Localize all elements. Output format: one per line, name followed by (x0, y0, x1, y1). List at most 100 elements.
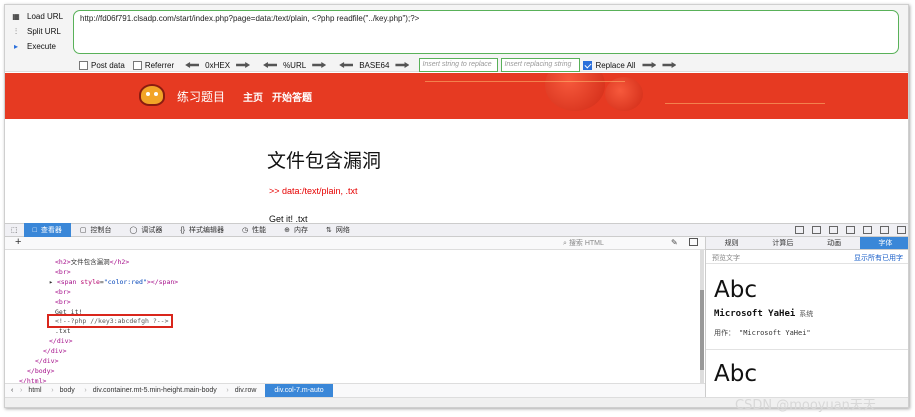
devtools-tab[interactable]: ▢ 控制台 (71, 223, 121, 237)
devtools-tab-label: 查看器 (40, 227, 62, 234)
referrer-label: Referrer (144, 60, 175, 70)
markup-line[interactable]: </div> (35, 357, 59, 365)
search-html-input[interactable]: ⌕ 搜索 HTML (563, 238, 663, 248)
used-as-label: 用作： (714, 330, 735, 337)
devtools-tab-label: 内存 (294, 227, 308, 234)
markup-scrollbar[interactable] (700, 250, 704, 383)
split-url-label: Split URL (27, 27, 61, 36)
breadcrumb-item[interactable]: div.row (226, 384, 268, 398)
inspector-toolbar: + ⌕ 搜索 HTML ✎ (5, 236, 705, 250)
referrer-toggle[interactable]: Referrer (132, 60, 175, 70)
pick-element-button[interactable]: ⬚ (5, 223, 24, 237)
markup-line[interactable]: <br> (55, 288, 71, 296)
devtools-tab[interactable]: ⇅ 网络 (317, 223, 359, 237)
percent-url-label: %URL (283, 60, 307, 70)
dock-side-icon[interactable] (880, 226, 889, 234)
execute-label: Execute (27, 42, 56, 51)
devtools-tab[interactable]: □ 查看器 (23, 223, 71, 237)
breadcrumb-item[interactable]: div.container.mt-5.min-height.main-body (84, 384, 229, 398)
lion-logo-icon (139, 84, 165, 106)
add-node-icon[interactable]: + (15, 236, 21, 248)
devtools-tab[interactable]: {} 样式编辑器 (171, 223, 233, 237)
breadcrumb-item[interactable]: body (51, 384, 87, 398)
nav-start-link[interactable]: 开始答题 (272, 89, 312, 104)
sidebar-panel: 规则 计算后 动画 字体 预览文字 显示所有已用字 Abc Microsoft YaH… (705, 237, 908, 397)
divider (706, 349, 908, 350)
devtools-tab-label: 调试器 (141, 227, 163, 234)
split-console-icon[interactable] (829, 226, 838, 234)
devtools-tab-label: 网络 (335, 227, 350, 234)
load-url-button[interactable]: ▦ Load URL (11, 9, 71, 24)
more-icon[interactable] (846, 226, 855, 234)
devtools-tab[interactable]: ◷ 性能 (233, 223, 275, 237)
url-encode-arrow-icon[interactable] (312, 62, 327, 68)
split-url-button[interactable]: ⫶ Split URL (11, 24, 71, 39)
referrer-checkbox[interactable] (132, 60, 142, 70)
markup-line[interactable]: <br> (55, 268, 71, 276)
markup-line[interactable]: <br> (55, 298, 71, 306)
devtools-tab[interactable]: ⊕ 内存 (275, 223, 317, 237)
replace-next-arrow-icon[interactable] (662, 62, 677, 68)
show-all-fonts-link[interactable]: 显示所有已用字 (854, 253, 903, 263)
hex-encode-arrow-icon[interactable] (236, 62, 251, 68)
scroll-thumb[interactable] (700, 290, 704, 370)
sidebar-tabs: 规则 计算后 动画 字体 (706, 237, 908, 250)
post-data-toggle[interactable]: Post data (79, 60, 125, 70)
sidebar-tab[interactable]: 计算后 (757, 237, 808, 249)
page-content: 文件包含漏洞 >> data:/text/plain, .txt Get it!… (5, 119, 908, 224)
replace-all-toggle[interactable]: Replace All (583, 60, 636, 70)
breadcrumb-back[interactable]: ‹ (5, 384, 23, 398)
dock-menu-icon[interactable] (795, 226, 804, 234)
insert-string-input[interactable]: Insert string to replace (419, 58, 499, 72)
breadcrumb: ‹ htmlbodydiv.container.mt-5.min-height.… (5, 383, 705, 398)
sidebar-tab[interactable]: 规则 (706, 237, 757, 249)
replace-arrow-icon[interactable] (642, 62, 657, 68)
devtools-toolbar: ⬚ □ 查看器 ▢ 控制台 ◯ 调试器{} 样式编辑器 ◷ 性能 ⊕ 内存 ⇅ 网络 (5, 223, 908, 237)
browser-window: ▦ Load URL ⫶ Split URL ▸ Execute http://… (4, 4, 909, 408)
markup-line[interactable]: </div> (49, 337, 73, 345)
site-brand[interactable]: 练习题目 (177, 88, 225, 105)
markup-line[interactable]: ▸ <span style="color:red"></span> (49, 278, 178, 286)
markup-line[interactable]: <h2>文件包含漏洞</h2> (55, 258, 129, 266)
replacing-string-input[interactable]: Insert replacing string (501, 58, 581, 72)
hackbar: ▦ Load URL ⫶ Split URL ▸ Execute http://… (5, 5, 908, 72)
font-system-label: 系统 (799, 311, 814, 318)
devtools-tab[interactable]: ◯ 调试器 (120, 223, 171, 237)
devtools-tab-label: 样式编辑器 (189, 227, 225, 234)
replace-all-label: Replace All (595, 60, 636, 70)
devtools-tab-label: 控制台 (90, 227, 112, 234)
hex-decode-arrow-icon[interactable] (185, 62, 200, 68)
devtools-tab-icon: ◷ (242, 227, 249, 234)
used-as-value: "Microsoft YaHei" (739, 329, 811, 337)
responsive-icon[interactable] (812, 226, 821, 234)
site-header: 练习题目 主页 开始答题 (5, 73, 908, 119)
devtools-tab-icon: ▢ (79, 227, 87, 234)
url-textarea[interactable]: http://fd06f791.clsadp.com/start/index.p… (73, 10, 899, 54)
font-used-as: 用作： "Microsoft YaHei" (714, 328, 811, 338)
settings-icon[interactable] (863, 226, 872, 234)
preview-text-input[interactable]: 预览文字 (712, 253, 740, 263)
markup-line[interactable]: </body> (27, 367, 54, 375)
post-data-checkbox[interactable] (79, 60, 88, 70)
breadcrumb-item[interactable]: html (19, 384, 53, 398)
font-name: Microsoft YaHei 系统 (714, 309, 813, 319)
sidebar-tab[interactable]: 动画 (809, 237, 860, 249)
font-name-text: Microsoft YaHei (714, 309, 796, 319)
red-path-text: >> data:/text/plain, .txt (269, 186, 358, 196)
base64-encode-arrow-icon[interactable] (395, 62, 410, 68)
toggle-sidebar-icon[interactable] (689, 238, 698, 246)
eyedropper-icon[interactable]: ✎ (671, 238, 678, 247)
markup-line[interactable]: .txt (55, 327, 71, 335)
search-html-placeholder: 搜索 HTML (568, 240, 604, 247)
sidebar-tab[interactable]: 字体 (859, 237, 908, 249)
url-decode-arrow-icon[interactable] (263, 62, 278, 68)
replace-all-checkbox[interactable] (583, 60, 593, 70)
markup-line[interactable]: </div> (43, 347, 67, 355)
execute-button[interactable]: ▸ Execute (11, 39, 71, 54)
breadcrumb-item[interactable]: div.col-7.m-auto (265, 383, 333, 398)
devtools-tab-label: 性能 (252, 227, 267, 234)
nav-home-link[interactable]: 主页 (243, 89, 263, 104)
close-icon[interactable] (897, 226, 906, 234)
devtools-tab-icon: {} (180, 226, 186, 234)
base64-decode-arrow-icon[interactable] (339, 62, 354, 68)
